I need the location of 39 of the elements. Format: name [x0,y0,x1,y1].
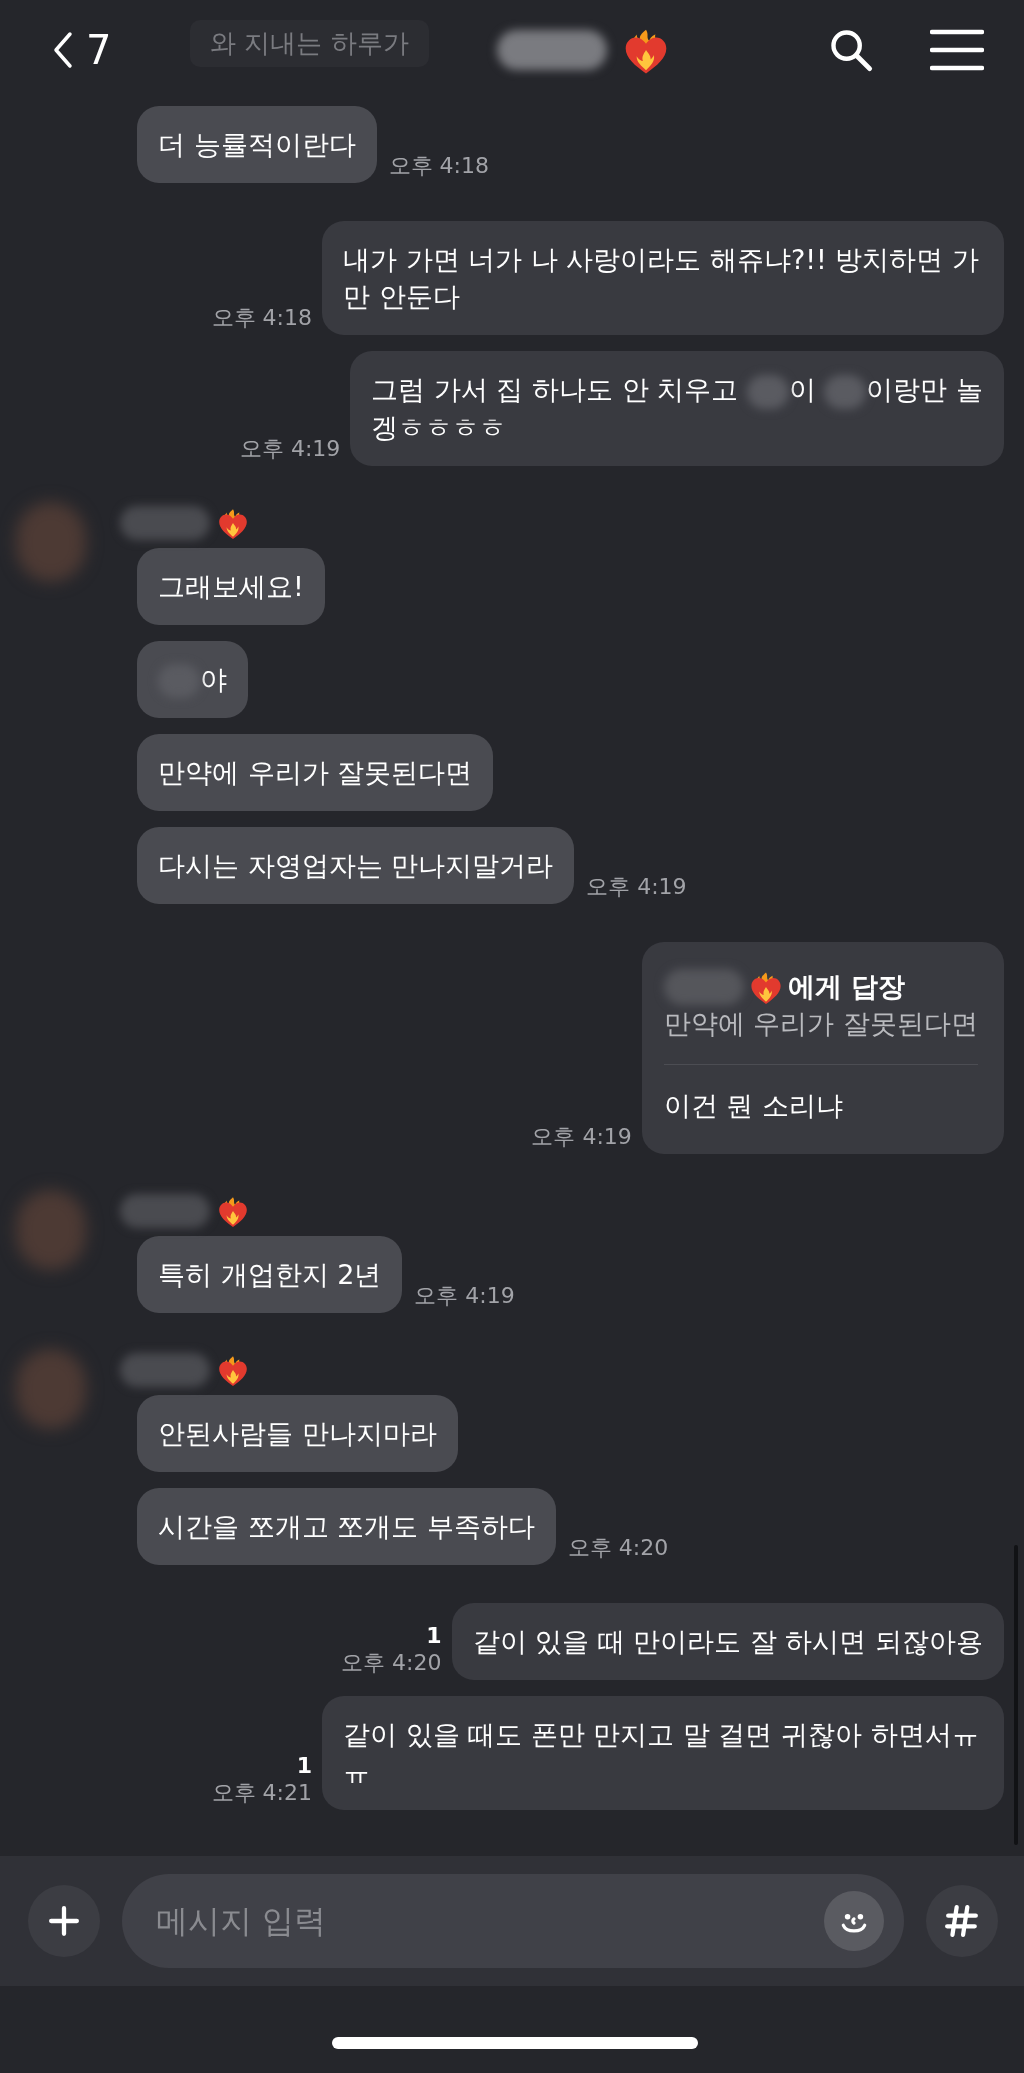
unread-count: 1 [426,1623,442,1648]
message-text: 이랑만 놀 [866,374,983,405]
message-text: 겡ㅎㅎㅎㅎ [371,411,507,443]
message-text: 같이 있을 때도 폰만 만지고 말 걸면 귀찮아 하면서ㅠㅠ [343,1719,979,1787]
faded-message: 와 지내는 하루가 [190,20,429,67]
message-text: 이 [788,374,817,405]
timestamp: 오후 4:21 [211,1779,312,1807]
quoted-text: 만약에 우리가 잘못된다면 [663,1007,978,1041]
back-button[interactable]: 7 [50,27,180,73]
message-text: 같이 있을 때 만이라도 잘 하시면 되잖아용 [472,1626,983,1657]
timestamp: 오후 4:19 [239,434,341,463]
reply-label: 에게 답장 [787,970,906,1004]
timestamp: 오후 4:19 [414,1282,515,1310]
unread-count: 1 [296,1753,312,1778]
message-text: 더 능률적이란다 [158,129,356,160]
message-text: 내가 가면 너가 나 사랑이라도 해쥬냐?!! 방치하면 가만 안둔다 [343,244,980,312]
blurred-patch [824,374,867,409]
message-text: 특히 개업한지 2년 [158,1259,382,1290]
plus-icon [49,1906,79,1936]
timestamp: 오후 4:18 [211,304,312,332]
timestamp: 오후 4:19 [586,873,687,901]
message-text: 이건 뭔 소리냐 [663,1089,844,1123]
hashtag-icon [945,1904,979,1938]
menu-icon[interactable] [930,28,984,72]
message-text: 그래보세요! [158,570,304,602]
message-text: 야 [200,663,227,695]
message-field[interactable]: 메시지 입력 [122,1874,904,1968]
search-icon[interactable] [828,27,874,73]
message-text: 만약에 우리가 잘못된다면 [158,757,473,788]
message-input[interactable]: 메시지 입력 [154,1901,824,1941]
timestamp: 오후 4:18 [388,152,489,180]
blurred-patch [746,374,789,409]
message-text: 그럼 가서 집 하나도 안 치우고 [371,374,740,405]
message-text: 다시는 자영업자는 만나지말거라 [158,850,554,881]
message-text: 안된사람들 만나지마라 [158,1418,437,1449]
timestamp: 오후 4:19 [531,1123,632,1151]
timestamp: 오후 4:20 [567,1534,669,1562]
timestamp: 오후 4:20 [341,1649,442,1677]
message-text: 시간을 쪼개고 쪼개도 부족하다 [158,1511,535,1542]
